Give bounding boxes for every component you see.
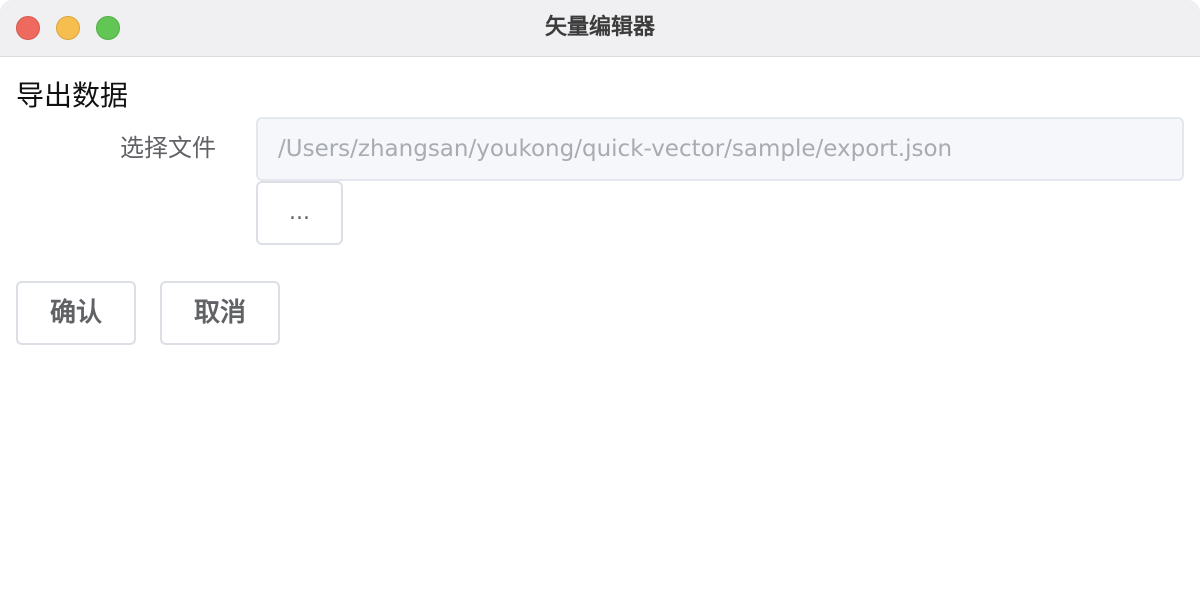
window-title: 矢量编辑器 [544,15,655,40]
confirm-button[interactable]: 确认 [16,281,136,345]
section-title: 导出数据 [16,79,129,112]
browse-file-button[interactable]: ... [256,181,343,245]
file-field-label: 选择文件 [120,134,216,162]
title-bar[interactable]: 矢量编辑器 [0,0,1200,57]
cancel-button[interactable]: 取消 [160,281,280,345]
file-path-input[interactable] [256,117,1184,181]
app-window: 矢量编辑器 导出数据 选择文件 ... 确认 取消 [0,0,1200,600]
